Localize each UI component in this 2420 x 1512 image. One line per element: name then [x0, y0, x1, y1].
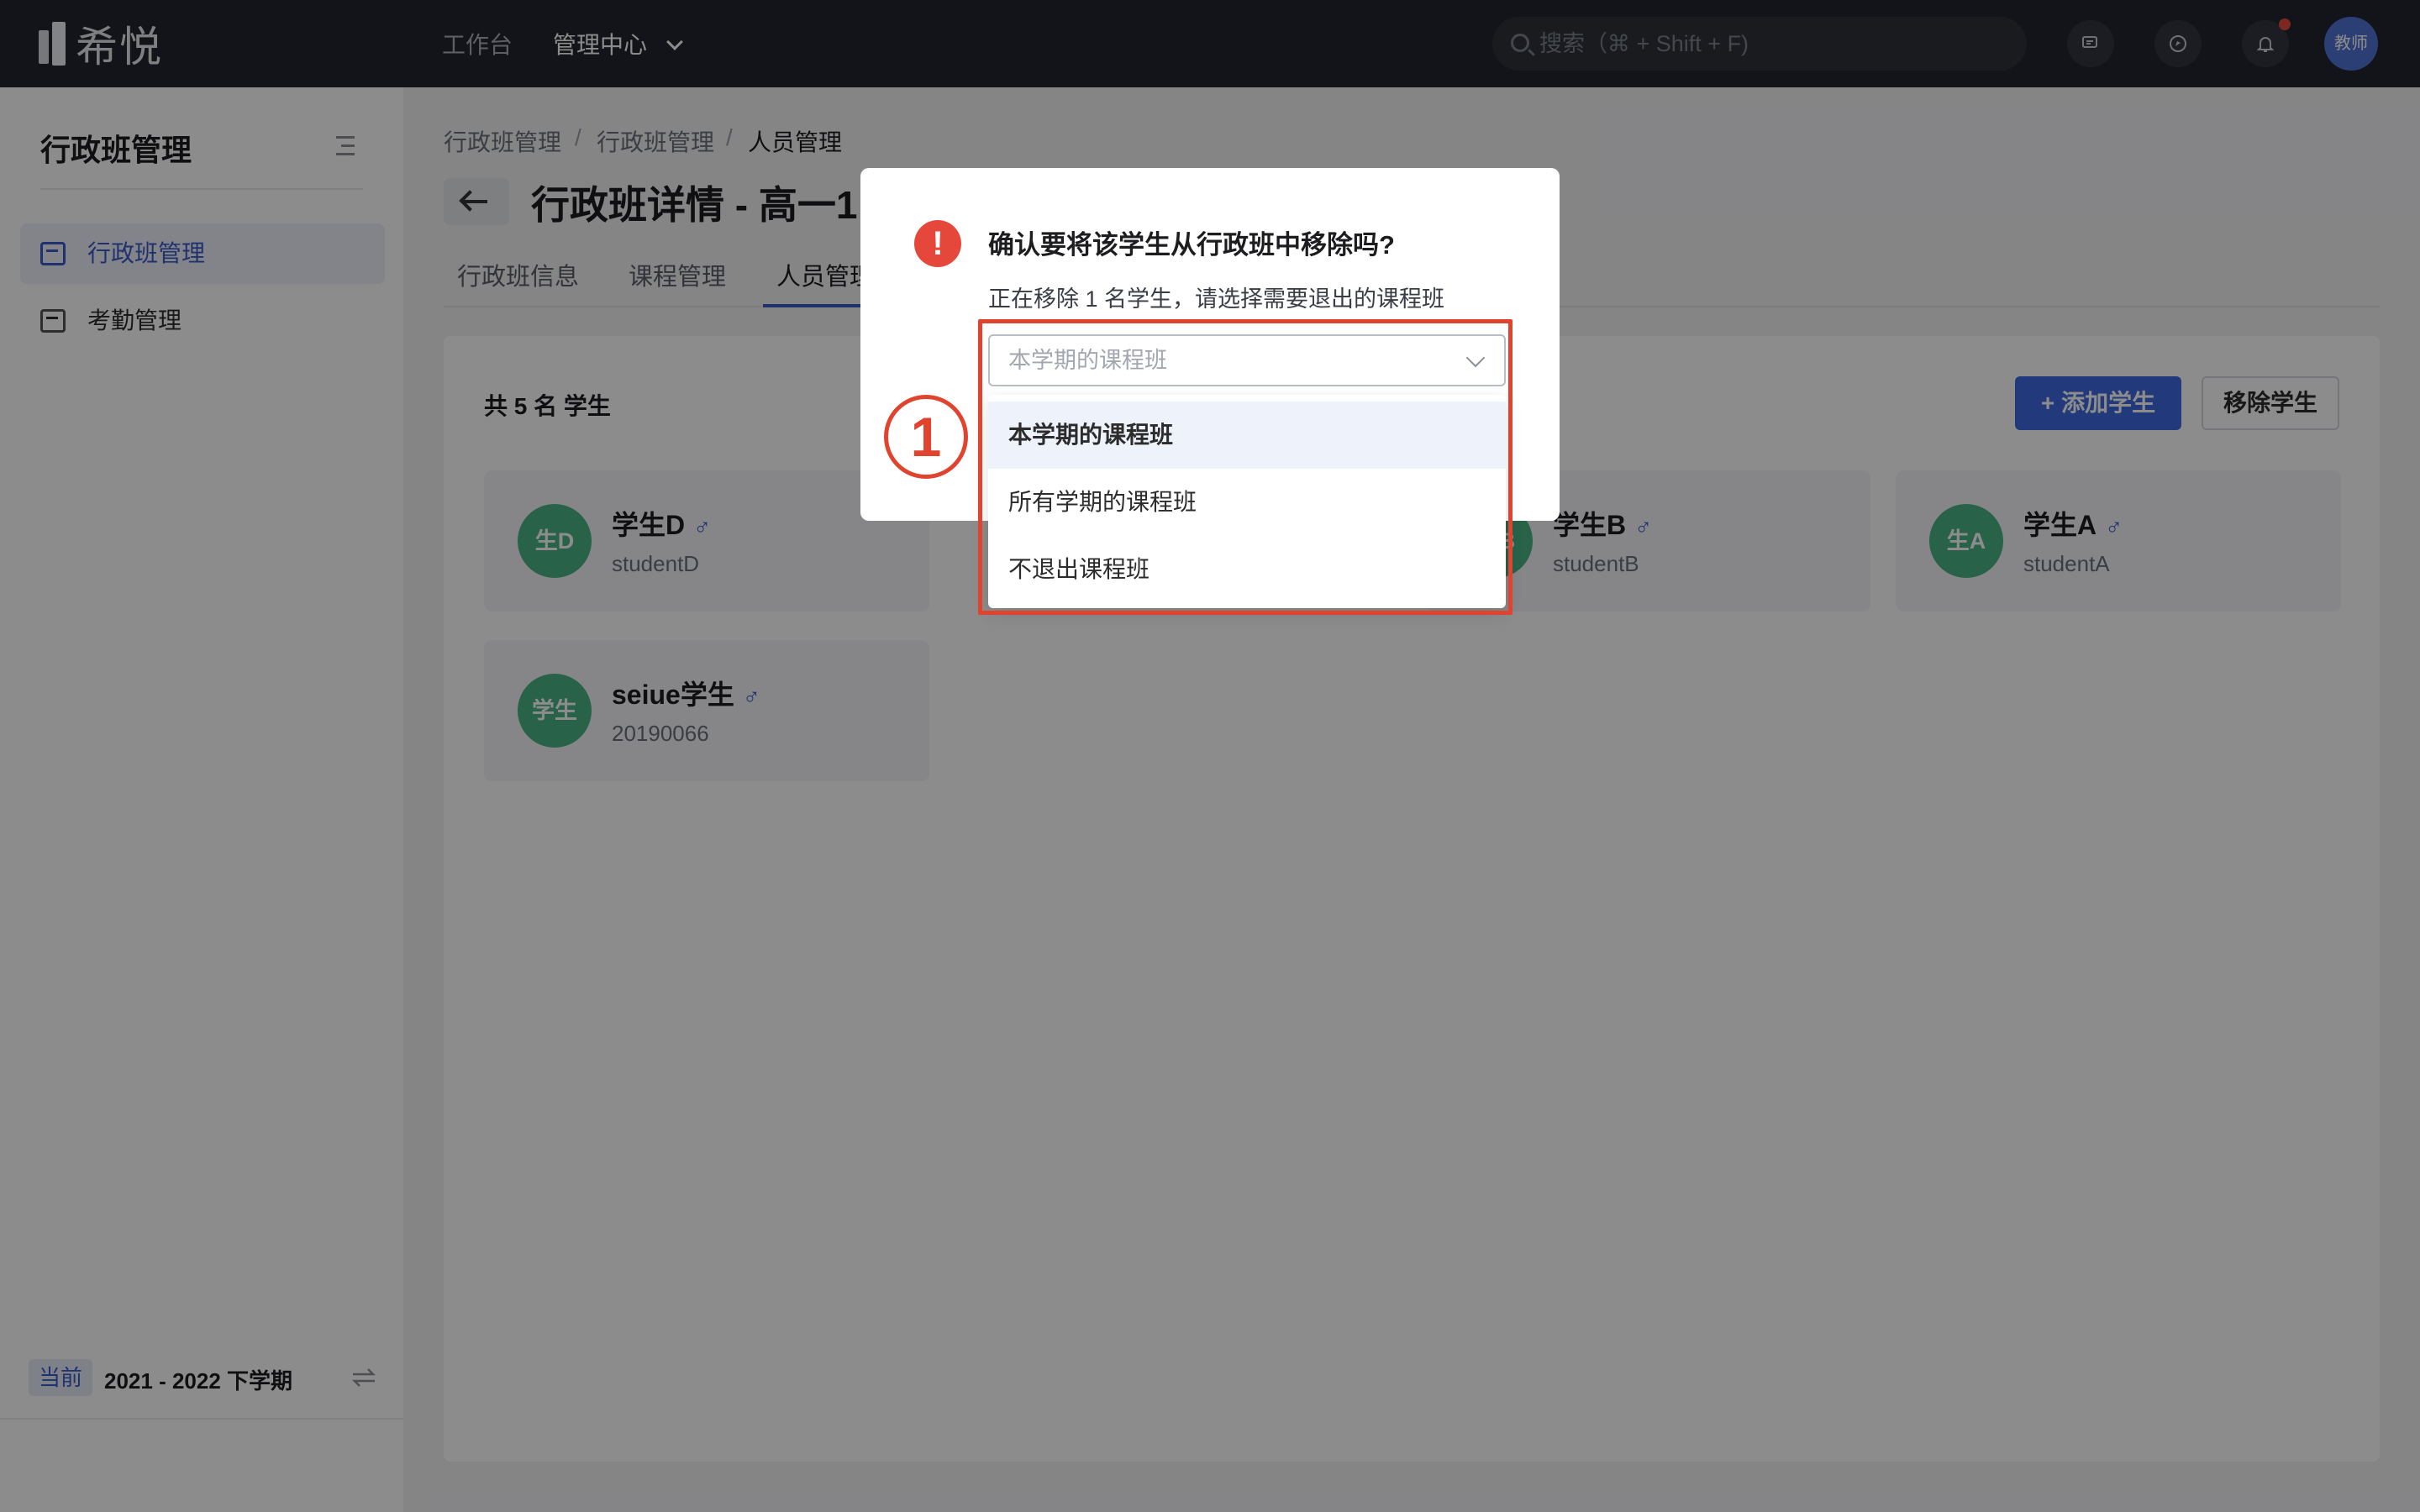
- step-marker: 1: [884, 395, 968, 479]
- dialog-title: 确认要将该学生从行政班中移除吗?: [988, 230, 1395, 260]
- dialog-description: 正在移除 1 名学生，请选择需要退出的课程班: [988, 286, 1445, 312]
- warning-icon: !: [914, 220, 961, 267]
- highlight-box: [978, 319, 1512, 615]
